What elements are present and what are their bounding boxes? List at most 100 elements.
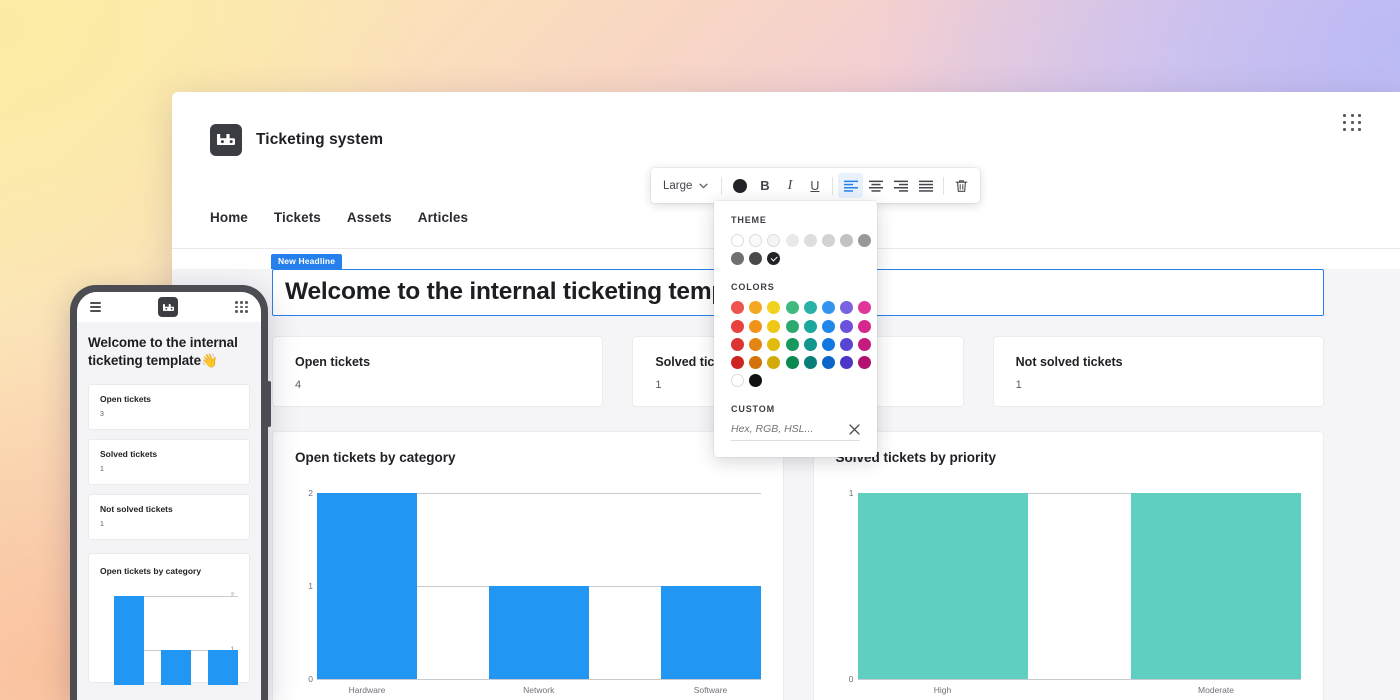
color-swatch[interactable]	[822, 320, 835, 333]
align-right-button[interactable]	[888, 173, 913, 198]
stat-card-not-solved-tickets[interactable]: Not solved tickets 1	[993, 336, 1324, 407]
bold-button[interactable]: B	[752, 173, 777, 198]
color-swatch[interactable]	[822, 356, 835, 369]
color-swatch[interactable]	[804, 301, 817, 314]
align-center-button[interactable]	[863, 173, 888, 198]
nav-item-tickets[interactable]: Tickets	[274, 210, 321, 225]
mobile-stat-card-open-tickets[interactable]: Open tickets 3	[88, 384, 250, 430]
nav-item-assets[interactable]: Assets	[347, 210, 392, 225]
bar-high[interactable]	[858, 493, 1028, 679]
swatch-row	[731, 301, 860, 314]
color-swatch[interactable]	[731, 374, 744, 387]
color-swatch[interactable]	[840, 320, 853, 333]
align-justify-button[interactable]	[913, 173, 938, 198]
color-swatch[interactable]	[767, 320, 780, 333]
color-swatch[interactable]	[858, 356, 871, 369]
bb-logo-glyph	[217, 134, 235, 145]
color-swatch[interactable]	[767, 234, 780, 247]
mobile-preview-screen: Welcome to the internal ticketing templa…	[77, 292, 261, 700]
color-swatch[interactable]	[804, 234, 817, 247]
color-swatch[interactable]	[749, 301, 762, 314]
mobile-apps-grid-icon[interactable]	[235, 301, 248, 312]
mobile-stat-card-solved-tickets[interactable]: Solved tickets 1	[88, 439, 250, 485]
stat-card-open-tickets[interactable]: Open tickets 4	[272, 336, 603, 407]
color-swatch[interactable]	[840, 301, 853, 314]
y-axis-tick: 1	[308, 581, 313, 591]
bar-software[interactable]	[661, 586, 761, 679]
color-swatch[interactable]	[731, 234, 744, 247]
bar-hardware[interactable]	[114, 596, 144, 685]
swatch-row	[731, 252, 860, 265]
font-size-select[interactable]: Large	[657, 173, 716, 199]
x-axis-label: Network	[489, 685, 589, 695]
color-swatch[interactable]	[749, 234, 762, 247]
chart-card-solved-by-priority[interactable]: Solved tickets by priority 01 HighModera…	[813, 431, 1325, 700]
color-swatch[interactable]	[786, 301, 799, 314]
nav-item-home[interactable]: Home	[210, 210, 248, 225]
color-swatch[interactable]	[786, 338, 799, 351]
color-swatch[interactable]	[767, 252, 780, 265]
clear-custom-color-button[interactable]	[849, 424, 860, 435]
mobile-chart-card[interactable]: Open tickets by category 2 1	[88, 553, 250, 683]
chart-card-open-by-category[interactable]: Open tickets by category 012 HardwareNet…	[272, 431, 784, 700]
color-swatch[interactable]	[749, 320, 762, 333]
stat-value: 1	[100, 466, 238, 473]
custom-section-label: CUSTOM	[731, 404, 860, 414]
color-swatch[interactable]	[786, 320, 799, 333]
align-left-button[interactable]	[838, 173, 863, 198]
color-swatch[interactable]	[731, 356, 744, 369]
underline-button[interactable]: U	[802, 173, 827, 198]
delete-block-button[interactable]	[949, 173, 974, 198]
stat-value: 4	[295, 379, 580, 391]
color-swatch[interactable]	[749, 338, 762, 351]
bar-hardware[interactable]	[317, 493, 417, 679]
bar-software[interactable]	[208, 650, 238, 685]
color-swatch[interactable]	[822, 338, 835, 351]
x-axis-label: High	[858, 685, 1028, 695]
color-swatch-icon	[733, 179, 747, 193]
color-swatch[interactable]	[840, 234, 853, 247]
color-swatch[interactable]	[822, 234, 835, 247]
nav-item-articles[interactable]: Articles	[418, 210, 468, 225]
color-swatch[interactable]	[731, 252, 744, 265]
color-swatch[interactable]	[858, 320, 871, 333]
color-swatch[interactable]	[749, 356, 762, 369]
x-axis-label: Hardware	[317, 685, 417, 695]
color-swatch[interactable]	[749, 374, 762, 387]
text-color-button[interactable]	[727, 173, 752, 198]
mobile-bar-chart: 2 1	[100, 590, 238, 685]
brand[interactable]: Ticketing system	[210, 124, 383, 156]
color-swatch[interactable]	[786, 356, 799, 369]
bar-moderate[interactable]	[1131, 493, 1301, 679]
color-swatch[interactable]	[767, 356, 780, 369]
swatch-row	[731, 356, 860, 369]
color-swatch[interactable]	[804, 320, 817, 333]
color-swatch[interactable]	[767, 301, 780, 314]
hamburger-menu-icon[interactable]	[90, 302, 101, 312]
color-swatch[interactable]	[804, 338, 817, 351]
color-swatch[interactable]	[731, 301, 744, 314]
chart-gridline	[858, 679, 1302, 680]
font-size-value: Large	[663, 180, 692, 192]
stat-value: 3	[100, 411, 238, 418]
mobile-stat-card-not-solved-tickets[interactable]: Not solved tickets 1	[88, 494, 250, 540]
color-swatch[interactable]	[858, 234, 871, 247]
color-swatch[interactable]	[767, 338, 780, 351]
color-swatch[interactable]	[858, 301, 871, 314]
color-swatch[interactable]	[804, 356, 817, 369]
mobile-header	[77, 292, 261, 322]
color-swatch[interactable]	[822, 301, 835, 314]
color-swatch[interactable]	[858, 338, 871, 351]
align-center-icon	[869, 180, 883, 192]
color-swatch[interactable]	[731, 320, 744, 333]
bar-network[interactable]	[489, 586, 589, 679]
custom-color-input[interactable]	[731, 423, 837, 435]
bar-network[interactable]	[161, 650, 191, 685]
color-swatch[interactable]	[731, 338, 744, 351]
color-swatch[interactable]	[840, 356, 853, 369]
italic-button[interactable]: I	[777, 173, 802, 198]
apps-grid-icon[interactable]	[1343, 114, 1362, 131]
color-swatch[interactable]	[840, 338, 853, 351]
color-swatch[interactable]	[786, 234, 799, 247]
color-swatch[interactable]	[749, 252, 762, 265]
